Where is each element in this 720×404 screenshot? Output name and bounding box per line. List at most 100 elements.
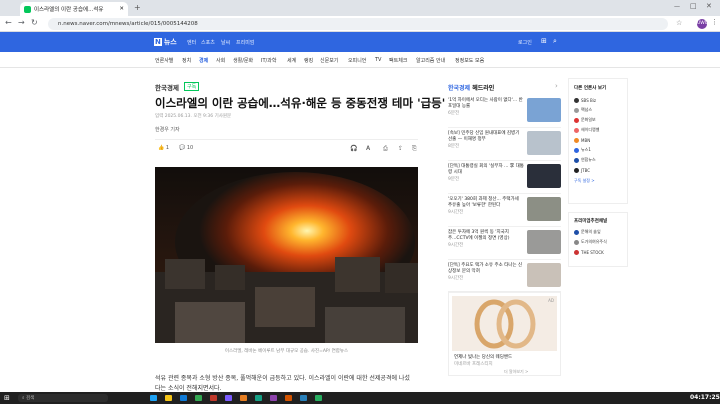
- channel-item[interactable]: 문해의 솔잎: [574, 227, 622, 237]
- ad-text[interactable]: 언제나 빛나는 당신의 웨딩밴드: [454, 354, 512, 360]
- headline-thumbnail: [527, 230, 561, 254]
- close-window-icon[interactable]: ✕: [706, 2, 712, 10]
- section-item[interactable]: 신문보기: [320, 57, 338, 64]
- ad-image[interactable]: AD: [452, 296, 557, 351]
- headline-item[interactable]: [단독] 주요도 택가 소유 주소 타나는 신상정보 문의 막혀 9시간전: [448, 260, 561, 293]
- premium-channel-title: 프리미엄추천채널: [574, 219, 608, 224]
- reaction-button[interactable]: 👍 1: [158, 145, 169, 151]
- apps-grid-icon[interactable]: ⊞: [541, 37, 547, 45]
- minimize-icon[interactable]: —: [674, 3, 680, 10]
- press-item[interactable]: 뉴스1: [574, 145, 622, 155]
- section-item[interactable]: 사회: [216, 57, 225, 64]
- header-menu-item[interactable]: 스포츠: [201, 39, 215, 46]
- print2-icon[interactable]: ⎘: [412, 145, 417, 153]
- press-name[interactable]: 한국경제: [155, 82, 179, 92]
- taskbar-search[interactable]: ⌕ 검색: [18, 394, 108, 402]
- comment-button[interactable]: 💬 10: [179, 145, 193, 151]
- bookmark-star-icon[interactable]: ☆: [676, 19, 682, 27]
- ad-more-link[interactable]: 더 알아보기 >: [504, 369, 528, 375]
- divider: [155, 139, 418, 140]
- taskbar-app-icon[interactable]: [240, 395, 247, 401]
- article-date: 입력 2025.06.13. 오전 9:36 기사원문: [155, 114, 232, 119]
- windows-start-icon[interactable]: ⊞: [4, 394, 10, 402]
- share-icon[interactable]: ⇪: [398, 145, 403, 152]
- press-item[interactable]: 헤이디랭벨: [574, 125, 622, 135]
- font-size-icon[interactable]: 𝐀: [366, 145, 370, 153]
- forward-icon[interactable]: →: [18, 18, 25, 27]
- maximize-icon[interactable]: □: [690, 2, 697, 10]
- ad-brand[interactable]: 미네르바 프레스티지: [454, 361, 493, 367]
- address-bar-row: ← → ↻ n.news.naver.com/mnews/article/015…: [0, 16, 720, 32]
- url-field[interactable]: n.news.naver.com/mnews/article/015/00051…: [48, 18, 668, 30]
- section-item[interactable]: 정정보도 모음: [455, 57, 484, 64]
- header-menu-item[interactable]: 날씨: [221, 39, 230, 46]
- headline-item[interactable]: [속보] 민주당 신임 원내대표에 김병기 선출 — 이재명 정부 8분전: [448, 128, 561, 161]
- comment-icon: 💬: [179, 145, 187, 151]
- premium-channel-box: 프리미엄추천채널 문해의 솔잎 도가의여유주식 THE STOCK: [568, 212, 628, 267]
- header-menu-item[interactable]: 프리미엄: [236, 39, 254, 46]
- headline-item[interactable]: '1억 자이에서 오디는 사람이 없다'... 반포일대 능률 6분전: [448, 95, 561, 128]
- search-icon[interactable]: ⌕: [553, 37, 557, 46]
- headline-thumbnail: [527, 164, 561, 188]
- back-icon[interactable]: ←: [5, 18, 12, 27]
- listen-icon[interactable]: 🎧: [350, 145, 357, 152]
- login-link[interactable]: 로그인: [518, 39, 532, 46]
- press-item[interactable]: 문화일보: [574, 115, 622, 125]
- other-press-box: 다른 언론사 보기 SBS Biz 팩넘스 문화일보 헤이디랭벨 MBN 뉴스1…: [568, 78, 628, 204]
- taskbar-app-icon[interactable]: [315, 395, 322, 401]
- channel-item[interactable]: THE STOCK: [574, 247, 622, 257]
- article-title: 이스라엘의 이란 공습에…석유·해운 등 중동전쟁 테마 '급등': [155, 96, 446, 110]
- press-item[interactable]: SBS Biz: [574, 95, 622, 105]
- folder-icon[interactable]: [165, 395, 172, 401]
- section-item[interactable]: 랭킹: [304, 57, 313, 64]
- press-item[interactable]: MBN: [574, 135, 622, 145]
- other-press-title: 다른 언론사 보기: [574, 86, 607, 91]
- taskbar-app-icon[interactable]: [150, 395, 157, 401]
- press-item[interactable]: JTBC: [574, 165, 622, 175]
- wedding-ring-image: [474, 299, 536, 349]
- taskbar-app-icon[interactable]: [210, 395, 217, 401]
- menu-kebab-icon[interactable]: ⋮: [711, 18, 718, 26]
- section-item[interactable]: IT/과학: [261, 57, 276, 64]
- press-item[interactable]: 팩넘스: [574, 105, 622, 115]
- print-icon[interactable]: ⎙: [383, 145, 388, 153]
- subscribe-settings-link[interactable]: 구독 설정 >: [574, 178, 622, 184]
- section-item[interactable]: TV: [375, 57, 381, 63]
- taskbar-app-icon[interactable]: [300, 395, 307, 401]
- header-menu-item[interactable]: 엔터: [187, 39, 196, 46]
- section-item[interactable]: 알고리즘 안내: [416, 57, 445, 64]
- section-item[interactable]: 생활/문화: [233, 57, 253, 64]
- edge-icon[interactable]: [180, 395, 187, 401]
- section-item[interactable]: 언론사별: [155, 57, 173, 64]
- headline-section-title: 한국경제 헤드라인: [448, 85, 495, 92]
- headline-item[interactable]: 잡은 투자에 3억 원씩 동 '지국지 주...CCTV에 이젤의 정면 (영상…: [448, 227, 561, 260]
- section-item-active[interactable]: 경제: [199, 57, 208, 64]
- press-item[interactable]: 연합뉴스: [574, 155, 622, 165]
- subscribe-button[interactable]: 구독: [184, 82, 200, 91]
- taskbar-app-icon[interactable]: [270, 395, 277, 401]
- section-item[interactable]: 팩트체크: [389, 57, 407, 64]
- channel-item[interactable]: 도가의여유주식: [574, 237, 622, 247]
- taskbar-app-icon[interactable]: [255, 395, 262, 401]
- taskbar-clock[interactable]: 04:17:25: [690, 394, 720, 401]
- headline-item[interactable]: '오오기' 380회 과제 청산... 주택가세 추유출 높아 '보류한' 한된…: [448, 194, 561, 227]
- naver-header: N 뉴스 엔터 스포츠 날씨 프리미엄 로그인 ⊞ ⌕: [0, 32, 720, 52]
- tab-close-icon[interactable]: ✕: [119, 6, 124, 12]
- taskbar-app-icon[interactable]: [225, 395, 232, 401]
- profile-avatar[interactable]: UWU: [697, 19, 708, 29]
- taskbar-app-icon[interactable]: [285, 395, 292, 401]
- headline-thumbnail: [527, 263, 561, 287]
- naver-news-logo[interactable]: N 뉴스: [154, 37, 177, 47]
- section-item[interactable]: 오피니언: [348, 57, 366, 64]
- reload-icon[interactable]: ↻: [31, 18, 38, 27]
- browser-tab[interactable]: 이스라엘의 이란 공습에...석유 ✕: [20, 2, 128, 16]
- section-item[interactable]: 세계: [287, 57, 296, 64]
- new-tab-icon[interactable]: +: [134, 3, 141, 12]
- headline-thumbnail: [527, 197, 561, 221]
- headline-item[interactable]: [단독] 대통령실 회의 '실무자 ... 李 대통령 시대 9분전: [448, 161, 561, 194]
- next-arrow-icon[interactable]: ›: [555, 82, 558, 90]
- chrome-icon[interactable]: [195, 395, 202, 401]
- article-body: 다는 소식이 전해지면서다.: [155, 385, 222, 392]
- section-item[interactable]: 정치: [182, 57, 191, 64]
- reporter-name[interactable]: 한경우 기자: [155, 126, 180, 133]
